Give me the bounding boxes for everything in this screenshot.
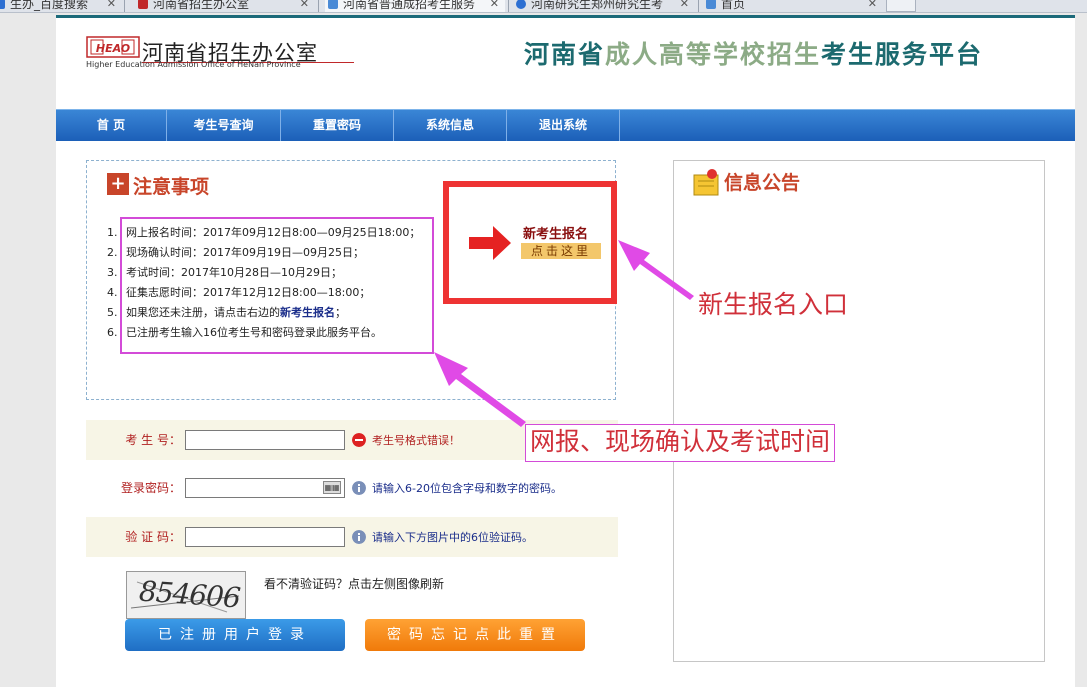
baidu-favicon-icon <box>0 0 5 9</box>
new-tab-button[interactable] <box>886 0 916 12</box>
close-tab-icon[interactable]: ✕ <box>300 0 309 12</box>
browser-tab-label: 河南研究生郑州研究生考 <box>531 0 664 11</box>
main-nav: 首 页 考生号查询 重置密码 系统信息 退出系统 <box>56 109 1075 141</box>
click-here-button[interactable]: 点击这里 <box>521 243 601 259</box>
info-icon <box>352 530 366 544</box>
page-content: HEAO 河南省招生办公室 Higher Education Admission… <box>56 15 1075 687</box>
keyboard-icon[interactable]: ▦▦ <box>323 481 341 494</box>
site-name-english: Higher Education Admission Office of HeN… <box>86 60 301 69</box>
schedule-annotation: 网报、现场确认及考试时间 <box>525 424 836 462</box>
password-input[interactable] <box>185 478 345 498</box>
platform-title: 河南省成人高等学校招生考生服务平台 <box>524 35 983 71</box>
browser-tab-bar: 生办_百度搜索 ✕ 河南省招生办公室 ✕ 河南省普通成招考生服务 ✕ 河南研究生… <box>0 0 1087 13</box>
exam-number-label: 考 生 号： <box>125 433 181 447</box>
nav-system-info[interactable]: 系统信息 <box>394 110 507 141</box>
nav-exam-number-lookup[interactable]: 考生号查询 <box>167 110 281 141</box>
notice-panel: + 注意事项 1. 网上报名时间：2017年09月12日8:00—09月25日18… <box>86 160 617 400</box>
password-row: 登录密码： ▦▦ 请输入6-20位包含字母和数字的密码。 <box>86 468 618 508</box>
reset-password-button[interactable]: 密码忘记点此重置 <box>365 619 585 651</box>
close-tab-icon[interactable]: ✕ <box>680 0 689 12</box>
info-title: 信息公告 <box>724 172 801 194</box>
platform-title-part: 考生服务平台 <box>821 40 984 69</box>
tab-separator <box>508 0 509 12</box>
page-favicon-icon <box>328 0 338 9</box>
info-icon <box>352 481 366 495</box>
login-button[interactable]: 已注册用户登录 <box>125 619 345 651</box>
platform-title-part: 成人高等学校招生 <box>605 40 822 69</box>
browser-tab-home[interactable]: 首页 ✕ <box>703 0 883 12</box>
browser-tab-label: 首页 <box>721 0 746 11</box>
browser-tab-graduate[interactable]: 河南研究生郑州研究生考 ✕ <box>513 0 695 12</box>
tab-separator <box>124 0 125 12</box>
error-icon <box>352 433 366 447</box>
browser-tab-baidu[interactable]: 生办_百度搜索 ✕ <box>0 0 122 12</box>
schedule-highlight-box <box>120 217 434 354</box>
ie-favicon-icon <box>516 0 526 9</box>
captcha-input[interactable] <box>185 527 345 547</box>
captcha-hint: 请输入下方图片中的6位验证码。 <box>372 531 533 544</box>
register-entry-annotation: 新生报名入口 <box>698 290 849 319</box>
close-tab-icon[interactable]: ✕ <box>868 0 877 12</box>
arrow-right-icon <box>469 226 511 260</box>
password-hint: 请输入6-20位包含字母和数字的密码。 <box>372 482 562 495</box>
close-tab-icon[interactable]: ✕ <box>490 0 499 12</box>
captcha-image[interactable]: 854606 <box>126 571 246 619</box>
nav-reset-password[interactable]: 重置密码 <box>281 110 394 141</box>
exam-number-error: 考生号格式错误！ <box>372 434 460 447</box>
page-favicon-icon <box>706 0 716 9</box>
tab-separator <box>318 0 319 12</box>
browser-tab-label: 河南省招生办公室 <box>153 0 250 11</box>
announcement-icon <box>693 169 719 196</box>
new-register-title[interactable]: 新考生报名 <box>523 223 588 242</box>
platform-title-part: 河南省 <box>524 40 606 69</box>
nav-home[interactable]: 首 页 <box>56 110 167 141</box>
heao-favicon-icon <box>138 0 148 9</box>
browser-tab-heao[interactable]: 河南省招生办公室 ✕ <box>135 0 315 12</box>
captcha-text: 854606 <box>137 574 241 615</box>
captcha-refresh-hint: 看不清验证码？点击左侧图像刷新 <box>264 577 445 591</box>
notice-title: 注意事项 <box>133 176 210 198</box>
browser-tab-label: 河南省普通成招考生服务 <box>343 0 476 11</box>
close-tab-icon[interactable]: ✕ <box>107 0 116 12</box>
browser-tab-adult-exam[interactable]: 河南省普通成招考生服务 ✕ <box>325 0 505 12</box>
browser-tab-label: 生办_百度搜索 <box>10 0 89 11</box>
captcha-row: 验 证 码： 请输入下方图片中的6位验证码。 <box>86 517 618 557</box>
plus-icon: + <box>107 173 129 195</box>
captcha-label: 验 证 码： <box>125 530 181 544</box>
tab-separator <box>698 0 699 12</box>
logo-mark-text: HEAO <box>96 42 130 55</box>
info-panel: 信息公告 <box>673 160 1045 662</box>
new-register-box: 新考生报名 点击这里 <box>443 181 617 304</box>
password-label: 登录密码： <box>120 481 181 495</box>
header-top-line <box>56 15 1075 18</box>
exam-number-input[interactable] <box>185 430 345 450</box>
nav-logout[interactable]: 退出系统 <box>507 110 620 141</box>
